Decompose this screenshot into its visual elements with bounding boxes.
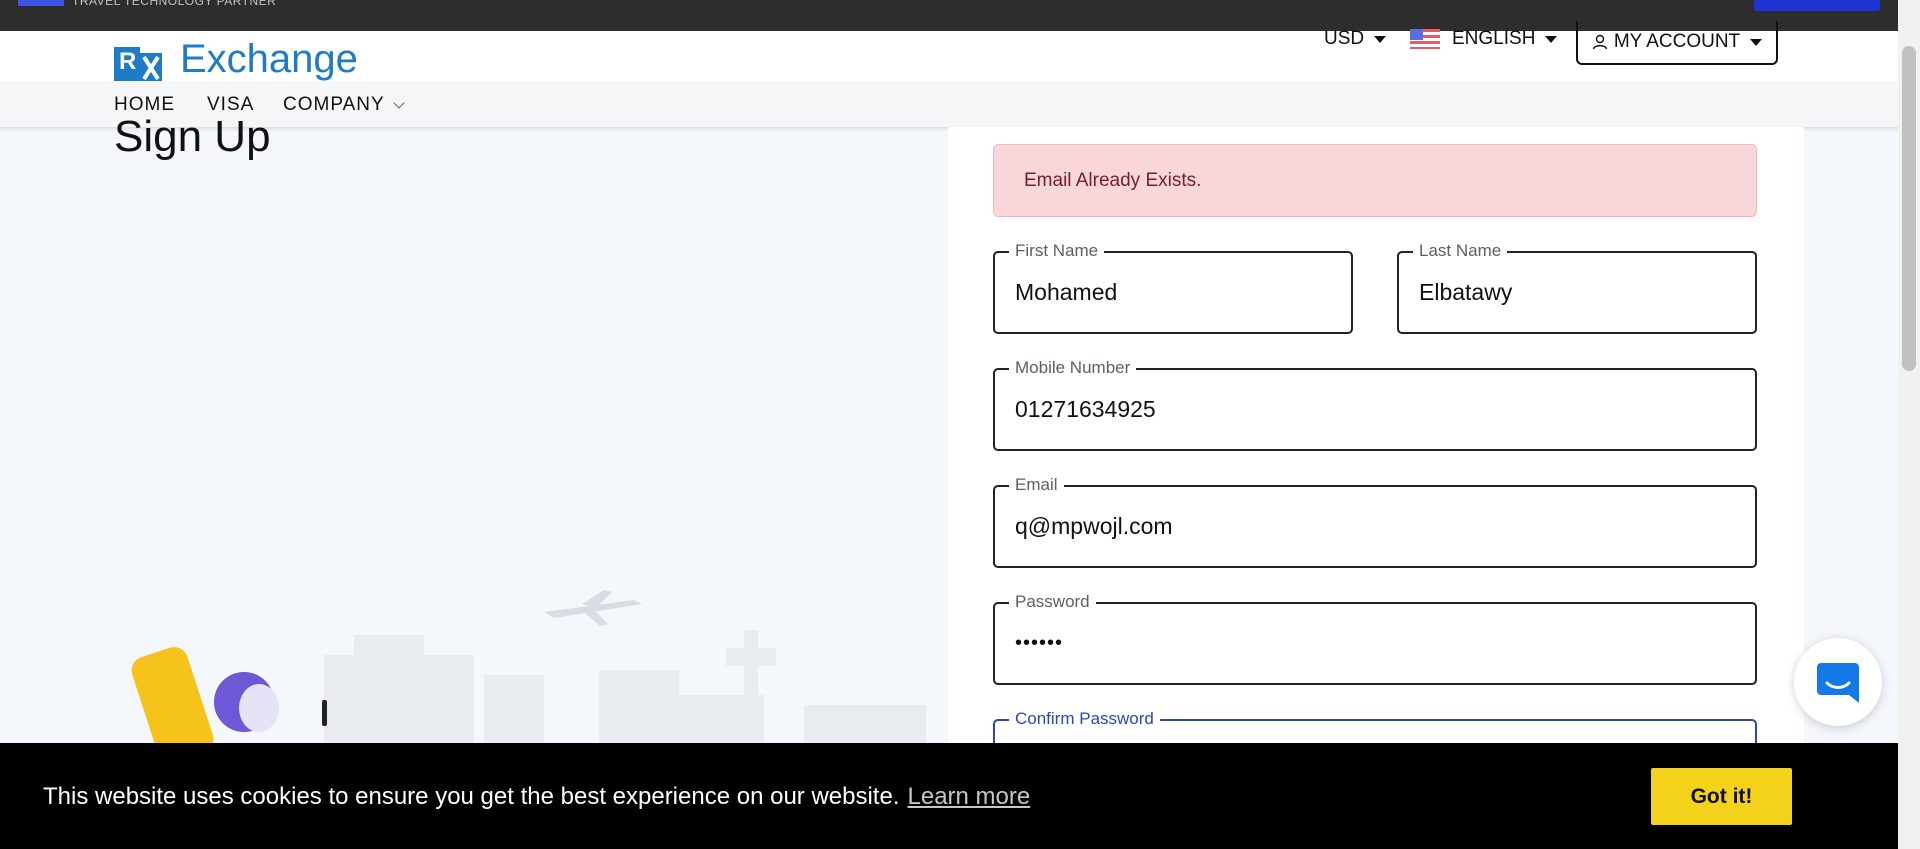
page-scrollbar[interactable] <box>1898 0 1920 849</box>
main-nav: HOME VISA COMPANY <box>0 81 1898 128</box>
currency-selector[interactable]: USD <box>1324 28 1387 49</box>
confirm-password-label: Confirm Password <box>1009 710 1160 728</box>
nav-company[interactable]: COMPANY <box>283 94 405 116</box>
chat-widget-button[interactable] <box>1794 638 1882 726</box>
last-name-input[interactable]: Elbatawy <box>1419 253 1512 332</box>
chevron-down-icon <box>1750 38 1763 46</box>
email-input[interactable]: q@mpwojl.com <box>1015 487 1173 566</box>
last-name-field[interactable]: Last Name Elbatawy <box>1397 242 1757 334</box>
my-account-button[interactable]: MY ACCOUNT <box>1576 21 1778 65</box>
language-label: ENGLISH <box>1452 28 1536 49</box>
cookie-message: This website uses cookies to ensure you … <box>43 783 900 810</box>
accept-cookies-button[interactable]: Got it! <box>1651 768 1792 825</box>
us-flag-icon <box>1410 29 1440 49</box>
chevron-down-icon <box>1545 35 1558 43</box>
error-alert: Email Already Exists. <box>993 144 1757 217</box>
site-logo[interactable]: R Exchange <box>114 37 358 83</box>
first-name-field[interactable]: First Name Mohamed <box>993 242 1353 334</box>
user-icon <box>1592 34 1608 50</box>
site-header: R Exchange USD ENGLISH MY ACCOUNT <box>0 21 1898 83</box>
cookie-message-block: This website uses cookies to ensure you … <box>43 783 1030 811</box>
nav-company-label: COMPANY <box>283 94 385 115</box>
learn-more-link[interactable]: Learn more <box>908 783 1031 810</box>
partner-tagline: TRAVEL TECHNOLOGY PARTNER <box>72 0 277 8</box>
first-name-input[interactable]: Mohamed <box>1015 253 1117 332</box>
partner-logo <box>18 0 64 6</box>
cookie-banner: This website uses cookies to ensure you … <box>0 743 1898 849</box>
page-title: Sign Up <box>114 112 271 161</box>
mobile-number-field[interactable]: Mobile Number 01271634925 <box>993 359 1757 451</box>
signup-illustration <box>114 590 926 745</box>
logo-mark-icon: R <box>114 47 162 83</box>
svg-text:R: R <box>119 48 136 75</box>
password-input[interactable]: •••••• <box>1015 604 1063 683</box>
chat-icon <box>1817 663 1859 703</box>
currency-label: USD <box>1324 28 1365 49</box>
mobile-number-input[interactable]: 01271634925 <box>1015 370 1156 449</box>
email-field[interactable]: Email q@mpwojl.com <box>993 476 1757 568</box>
scrollbar-thumb[interactable] <box>1902 46 1916 371</box>
chevron-down-icon <box>393 96 405 109</box>
language-selector[interactable]: ENGLISH <box>1410 28 1558 49</box>
chevron-down-icon <box>1374 35 1387 43</box>
password-field[interactable]: Password •••••• <box>993 593 1757 685</box>
my-account-label: MY ACCOUNT <box>1613 31 1741 52</box>
logo-text: Exchange <box>180 37 358 81</box>
top-bar-button[interactable] <box>1754 0 1880 11</box>
